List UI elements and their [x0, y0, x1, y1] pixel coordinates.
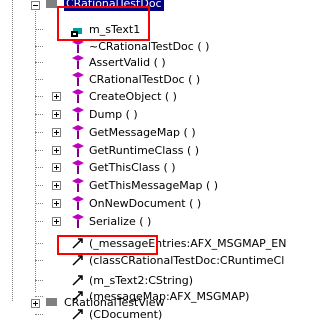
tree-item-label: GetMessageMap ( ) — [89, 126, 196, 139]
reference-arrow-icon — [72, 275, 83, 286]
tree-item-label: Dump ( ) — [89, 108, 138, 121]
class-view-tree: CRationalTestDoc m_sText1 ~CRationalTestD… — [0, 0, 286, 321]
tree-connector — [35, 46, 43, 47]
tree-row-member[interactable]: CreateObject ( ) — [0, 88, 261, 106]
tree-item-label: (m_sText2:CString) — [89, 274, 193, 287]
tree-connector — [35, 79, 43, 80]
highlight-box — [57, 6, 150, 41]
tree-connector — [35, 243, 43, 244]
tree-item-label: Serialize ( ) — [89, 215, 152, 228]
tree-connector — [35, 203, 43, 204]
tree-connector — [35, 62, 43, 63]
collapse-icon[interactable] — [31, 1, 40, 10]
tree-connector — [35, 114, 43, 115]
class-icon — [46, 298, 57, 306]
tree-connector — [35, 280, 43, 281]
expand-icon[interactable] — [52, 181, 61, 190]
member-function-icon — [72, 89, 84, 103]
tree-connector — [35, 96, 43, 97]
tree-row-member[interactable]: GetMessageMap ( ) — [0, 124, 261, 142]
tree-connector — [35, 260, 43, 261]
tree-row-member[interactable]: GetThisMessageMap ( ) — [0, 177, 261, 195]
member-function-icon — [72, 107, 84, 121]
member-function-icon — [72, 160, 84, 174]
tree-item-label: GetThisMessageMap ( ) — [89, 179, 219, 192]
member-function-icon — [72, 72, 84, 86]
highlight-box — [57, 235, 158, 255]
tree-connector — [35, 150, 43, 151]
tree-row-class[interactable]: CRationalTestView — [0, 295, 261, 313]
expand-icon[interactable] — [31, 299, 40, 308]
tree-connector — [35, 132, 43, 133]
tree-item-label: OnNewDocument ( ) — [89, 197, 202, 210]
tree-connector — [35, 221, 43, 222]
tree-item-label: GetRuntimeClass ( ) — [89, 144, 200, 157]
tree-item-label: CRationalTestView — [64, 296, 165, 309]
tree-item-label: AssertValid ( ) — [89, 56, 166, 69]
tree-connector — [35, 314, 43, 315]
tree-item-label: GetThisClass ( ) — [89, 161, 176, 174]
tree-item-label: CRationalTestDoc ( ) — [89, 73, 201, 86]
tree-row-member[interactable]: Serialize ( ) — [0, 213, 261, 231]
member-function-icon — [72, 214, 84, 228]
expand-icon[interactable] — [52, 110, 61, 119]
tree-connector — [35, 167, 43, 168]
tree-connector — [35, 185, 43, 186]
tree-item-label: ~CRationalTestDoc ( ) — [89, 40, 210, 53]
member-function-icon — [72, 143, 84, 157]
tree-item-label: CreateObject ( ) — [89, 90, 177, 103]
expand-icon[interactable] — [52, 146, 61, 155]
tree-connector — [35, 29, 43, 30]
expand-icon[interactable] — [52, 199, 61, 208]
tree-row-member[interactable]: GetRuntimeClass ( ) — [0, 142, 261, 160]
member-function-icon — [72, 178, 84, 192]
tree-row-member[interactable]: GetThisClass ( ) — [0, 159, 261, 177]
member-function-icon — [72, 55, 84, 69]
tree-row-member[interactable]: OnNewDocument ( ) — [0, 195, 261, 213]
expand-icon[interactable] — [52, 163, 61, 172]
tree-row-member[interactable]: AssertValid ( ) — [0, 54, 261, 72]
expand-icon[interactable] — [52, 217, 61, 226]
expand-icon[interactable] — [52, 128, 61, 137]
tree-row-member[interactable]: Dump ( ) — [0, 106, 261, 124]
member-function-icon — [72, 196, 84, 210]
member-function-icon — [72, 125, 84, 139]
tree-item-label: (classCRationalTestDoc:CRuntimeCl — [89, 254, 285, 267]
expand-icon[interactable] — [52, 92, 61, 101]
tree-row-member[interactable]: CRationalTestDoc ( ) — [0, 71, 261, 89]
